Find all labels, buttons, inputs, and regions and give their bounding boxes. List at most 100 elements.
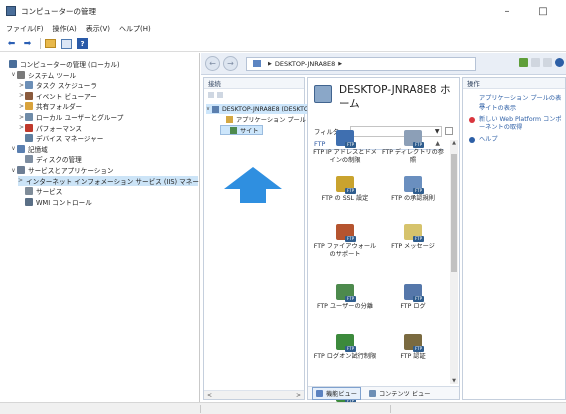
expander-icon[interactable]: > <box>18 82 25 89</box>
help-icon[interactable]: ? <box>76 38 89 50</box>
console-tree: コンピューターの管理 (ローカル) ∨ システム ツール > タスク スケジューラ > イベ… <box>0 53 200 402</box>
minimize-button[interactable]: – <box>488 0 526 22</box>
tree-item-label: デバイス マネージャー <box>36 135 104 144</box>
action-link[interactable]: 新しい Web Platform コンポーネントの取得 <box>469 116 563 132</box>
maximize-button[interactable]: □ <box>524 0 562 22</box>
iis-back-button[interactable]: ← <box>205 56 220 71</box>
action-link[interactable]: サイトの表示 <box>469 105 563 113</box>
tree-node-icon <box>25 187 33 196</box>
scroll-up-icon[interactable]: ▲ <box>450 140 458 146</box>
expander-icon[interactable]: > <box>18 103 25 110</box>
expander-icon[interactable]: > <box>18 92 25 99</box>
address-bar[interactable]: ▶ DESKTOP-JNRA8E8 ▶ <box>246 56 476 71</box>
menu-file[interactable]: ファイル(F) <box>6 24 44 34</box>
tree-item[interactable]: > 共有フォルダー <box>18 101 82 111</box>
status-bar <box>0 402 566 414</box>
tree-item[interactable]: デバイス マネージャー <box>18 133 103 143</box>
tree-item[interactable]: > パフォーマンス <box>18 123 82 133</box>
menu-help[interactable]: ヘルプ(H) <box>119 24 151 34</box>
folder-icon[interactable] <box>44 38 57 50</box>
tree-item-label: ディスクの管理 <box>36 156 82 165</box>
scroll-down-icon[interactable]: ▼ <box>450 378 458 384</box>
feature-item[interactable]: FTP FTP ユーザーの分離 <box>312 284 378 311</box>
forward-arrow-icon[interactable]: ➡ <box>21 38 34 50</box>
tree-node-icon <box>25 123 33 132</box>
expander-icon[interactable]: > <box>18 124 25 131</box>
save-icon[interactable] <box>217 91 223 98</box>
ftp-tag: FTP <box>345 236 356 242</box>
feature-item[interactable]: FTP FTP の承認規則 <box>380 176 446 203</box>
toolbar-divider <box>40 38 41 49</box>
feature-item[interactable]: FTP FTP ディレクトリの参照 <box>380 130 446 165</box>
feature-item[interactable]: FTP FTP ログオン試行制限 <box>312 334 378 361</box>
home-icon[interactable] <box>543 58 552 67</box>
tree-item[interactable]: コンピューターの管理 (ローカル) <box>2 59 120 69</box>
site-icon <box>230 126 237 134</box>
tree-node-icon <box>25 102 33 111</box>
iis-forward-button[interactable]: → <box>223 56 238 71</box>
tree-item-label: コンピューターの管理 (ローカル) <box>20 61 120 69</box>
tree-item[interactable]: ディスクの管理 <box>18 154 82 164</box>
help-icon[interactable] <box>555 58 564 67</box>
action-link[interactable]: ヘルプ <box>469 136 563 144</box>
connection-item[interactable]: アプリケーション プール <box>220 114 306 124</box>
ftp-feature-icon: FTP <box>404 224 424 242</box>
tree-item[interactable]: ∨ システム ツール <box>10 70 76 80</box>
back-arrow-icon[interactable]: ⬅ <box>5 38 18 50</box>
filter-go-icon[interactable] <box>445 127 454 135</box>
scroll-thumb[interactable] <box>451 154 457 272</box>
tree-item[interactable]: ∨ 記憶域 <box>10 144 48 154</box>
ftp-tag: FTP <box>413 296 424 302</box>
tree-node-icon <box>25 197 33 206</box>
feature-item[interactable]: FTP FTP メッセージ <box>380 224 446 251</box>
menu-view[interactable]: 表示(V) <box>86 24 110 34</box>
connection-item[interactable]: サイト <box>220 125 263 135</box>
address-segment-server[interactable]: DESKTOP-JNRA8E8 <box>275 60 335 68</box>
tree-node-icon <box>25 155 33 164</box>
stop-icon[interactable] <box>531 58 540 67</box>
action-label: 新しい Web Platform コンポーネントの取得 <box>479 116 562 131</box>
expander-icon[interactable]: > <box>18 114 25 121</box>
tree-item[interactable]: > ローカル ユーザーとグループ <box>18 112 123 122</box>
scroll-right-icon[interactable]: > <box>296 392 301 399</box>
tab-label: 機能ビュー <box>326 390 357 398</box>
tree-item[interactable]: WMI コントロール <box>18 197 92 207</box>
tree-item[interactable]: サービス <box>18 186 62 196</box>
features-title: DESKTOP-JNRA8E8 ホーム <box>339 84 451 110</box>
expander-icon[interactable]: > <box>18 177 23 184</box>
tab-content-view[interactable]: コンテンツ ビュー <box>366 388 433 399</box>
expander-icon[interactable]: ∨ <box>10 167 17 174</box>
feature-item[interactable]: FTP FTP 認証 <box>380 334 446 361</box>
scroll-left-icon[interactable]: < <box>207 392 212 399</box>
ftp-tag: FTP <box>413 346 424 352</box>
tree-item-label: システム ツール <box>28 71 77 80</box>
actions-header: 操作 <box>463 78 565 89</box>
feature-item[interactable]: FTP FTP ログ <box>380 284 446 311</box>
features-view-icon <box>316 389 323 397</box>
tree-item[interactable]: > イベント ビューアー <box>18 91 97 101</box>
tree-node-icon <box>25 134 33 143</box>
tree-item[interactable]: > タスク スケジューラ <box>18 80 97 90</box>
refresh-icon[interactable] <box>519 58 528 67</box>
menu-action[interactable]: 操作(A) <box>53 24 77 34</box>
feature-item[interactable]: FTP FTP IP アドレスとドメインの制限 <box>312 130 378 165</box>
tab-features-view[interactable]: 機能ビュー <box>312 386 361 400</box>
show-hide-pane-icon[interactable] <box>60 38 73 50</box>
close-button[interactable]: × <box>560 0 566 22</box>
tree-item[interactable]: > インターネット インフォメーション サービス (IIS) マネージャー <box>18 175 199 186</box>
feature-item[interactable]: FTP FTP の SSL 設定 <box>312 176 378 203</box>
tree-item-label: タスク スケジューラ <box>36 82 97 91</box>
ftp-feature-icon: FTP <box>336 284 356 302</box>
connect-icon[interactable] <box>208 91 214 98</box>
expander-icon[interactable]: ∨ <box>10 71 17 78</box>
feature-item[interactable]: FTP FTP ファイアウォールのサポート <box>312 224 378 259</box>
expander-icon[interactable]: ∨ <box>10 145 17 152</box>
server-icon <box>212 105 219 113</box>
connection-item[interactable]: ∨ DESKTOP-JNRA8E8 (DESKTOP <box>206 104 313 114</box>
view-tabs: 機能ビュー コンテンツ ビュー <box>308 386 459 400</box>
connections-horizontal-scrollbar[interactable]: < > <box>204 390 304 399</box>
tree-item[interactable]: ∨ サービスとアプリケーション <box>10 165 114 175</box>
server-icon <box>253 60 261 67</box>
ftp-tag: FTP <box>413 142 424 148</box>
features-vertical-scrollbar[interactable]: ▲ ▼ <box>450 140 458 384</box>
